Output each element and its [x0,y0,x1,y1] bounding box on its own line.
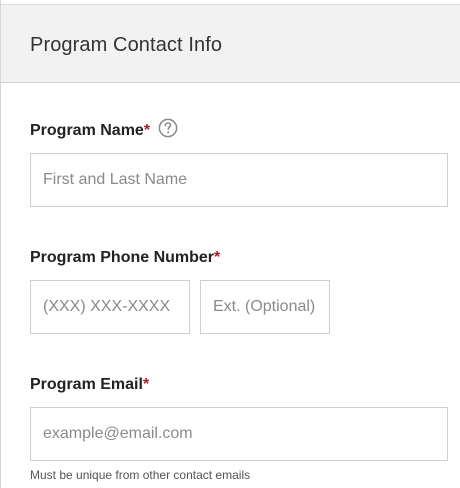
program-phone-ext-input[interactable] [200,280,330,334]
program-phone-label: Program Phone Number* [30,249,220,267]
program-contact-form: Program Contact Info Program Name* Progr… [0,0,460,488]
program-name-label-text: Program Name [30,122,144,139]
program-name-label: Program Name* [30,122,150,140]
program-email-label-text: Program Email [30,376,143,393]
required-marker: * [143,122,151,139]
email-hint-text: Must be unique from other contact emails [30,468,251,482]
help-question-icon[interactable] [158,118,178,138]
program-email-input[interactable] [30,407,448,461]
program-email-label: Program Email* [30,376,149,394]
required-marker: * [142,376,150,393]
program-phone-number-input[interactable] [30,280,190,334]
program-phone-label-text: Program Phone Number [30,249,215,266]
program-name-input[interactable] [30,153,448,207]
section-title: Program Contact Info [30,34,223,56]
section-header: Program Contact Info [1,4,460,83]
required-marker: * [214,249,221,266]
